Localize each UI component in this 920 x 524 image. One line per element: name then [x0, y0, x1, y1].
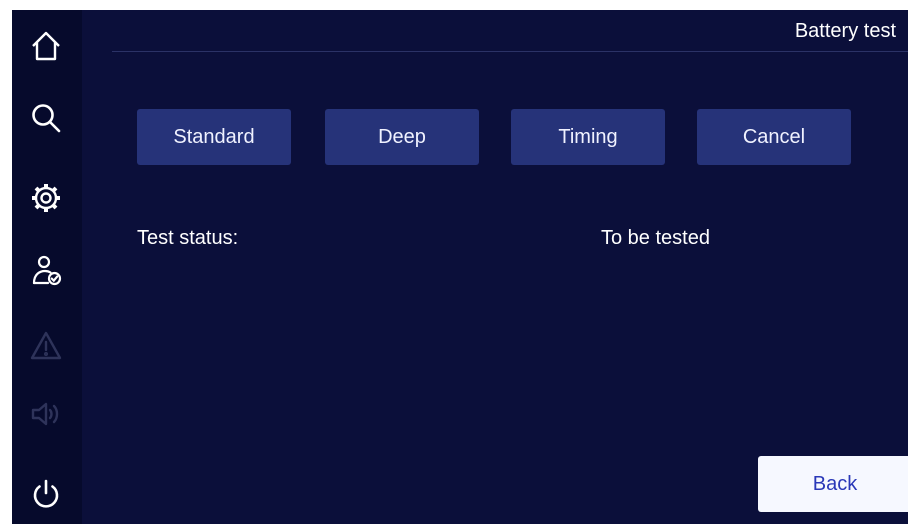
- speaker-icon: [22, 390, 70, 438]
- warning-icon: [22, 322, 70, 370]
- power-icon[interactable]: [22, 470, 70, 518]
- cancel-test-button[interactable]: Cancel: [697, 109, 851, 165]
- title-divider: [112, 51, 908, 52]
- gear-icon[interactable]: [22, 174, 70, 222]
- home-icon[interactable]: [22, 22, 70, 70]
- test-status-label: Test status:: [137, 227, 239, 249]
- timing-test-button[interactable]: Timing: [511, 109, 665, 165]
- sidebar: [12, 10, 82, 524]
- user-check-icon[interactable]: [22, 246, 70, 294]
- standard-test-button[interactable]: Standard: [137, 109, 291, 165]
- back-button[interactable]: Back: [758, 456, 908, 512]
- deep-test-button[interactable]: Deep: [325, 109, 479, 165]
- page-title: Battery test: [794, 20, 896, 42]
- test-status-value: To be tested: [601, 227, 710, 249]
- search-icon[interactable]: [22, 94, 70, 142]
- battery-test-screen: Battery test Standard Deep Timing Cancel…: [12, 10, 908, 524]
